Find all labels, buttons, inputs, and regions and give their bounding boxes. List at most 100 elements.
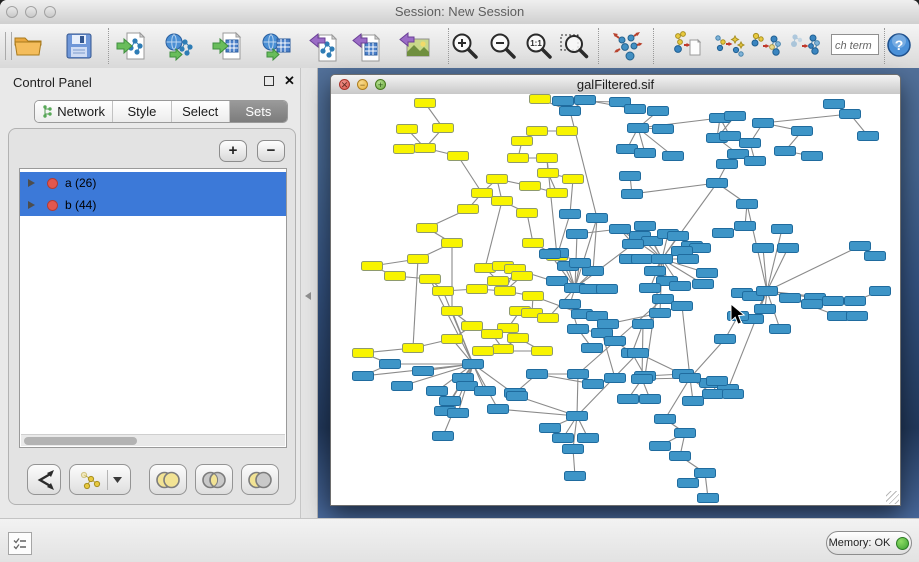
graph-node[interactable] xyxy=(413,367,434,376)
graph-node[interactable] xyxy=(757,287,778,296)
graph-node[interactable] xyxy=(583,380,604,389)
graph-node[interactable] xyxy=(723,390,744,399)
new-network-from-selection-file-icon[interactable] xyxy=(671,30,703,62)
graph-node[interactable] xyxy=(433,432,454,441)
graph-node[interactable] xyxy=(403,344,424,353)
graph-node[interactable] xyxy=(610,225,631,234)
graph-node[interactable] xyxy=(640,395,661,404)
graph-node[interactable] xyxy=(397,125,418,134)
graph-node[interactable] xyxy=(740,139,761,148)
graph-node[interactable] xyxy=(755,305,776,314)
graph-node[interactable] xyxy=(560,300,581,309)
graph-node[interactable] xyxy=(567,412,588,421)
split-set-button[interactable] xyxy=(27,464,61,495)
graph-node[interactable] xyxy=(582,344,603,353)
graph-edge[interactable] xyxy=(638,118,720,128)
graph-node[interactable] xyxy=(698,494,719,503)
collapse-panel-icon[interactable] xyxy=(305,292,311,300)
graph-node[interactable] xyxy=(720,132,741,141)
graph-node[interactable] xyxy=(605,374,626,383)
graph-node[interactable] xyxy=(492,197,513,206)
graph-node[interactable] xyxy=(865,252,886,261)
graph-node[interactable] xyxy=(672,302,693,311)
graph-node[interactable] xyxy=(870,287,891,296)
expand-icon[interactable] xyxy=(28,201,35,209)
graph-node[interactable] xyxy=(678,255,699,264)
graph-node[interactable] xyxy=(858,132,879,141)
graph-node[interactable] xyxy=(563,445,584,454)
graph-node[interactable] xyxy=(753,119,774,128)
open-session-icon[interactable] xyxy=(12,30,44,62)
save-session-icon[interactable] xyxy=(63,30,95,62)
task-history-button[interactable] xyxy=(8,532,32,555)
graph-node[interactable] xyxy=(678,479,699,488)
graph-edge[interactable] xyxy=(682,306,690,378)
import-network-file-icon[interactable] xyxy=(116,30,148,62)
search-input[interactable] xyxy=(831,34,879,55)
graph-node[interactable] xyxy=(392,382,413,391)
graph-node[interactable] xyxy=(668,232,689,241)
new-network-selected-nodes-edges-icon[interactable] xyxy=(713,30,745,62)
network-canvas[interactable] xyxy=(331,94,900,505)
graph-node[interactable] xyxy=(565,472,586,481)
graph-node[interactable] xyxy=(645,267,666,276)
graph-node[interactable] xyxy=(527,370,548,379)
graph-edge[interactable] xyxy=(767,229,782,291)
graph-node[interactable] xyxy=(427,387,448,396)
export-network-icon[interactable] xyxy=(308,30,340,62)
graph-node[interactable] xyxy=(540,250,561,259)
graph-node[interactable] xyxy=(512,137,533,146)
set-list-item-b[interactable]: b (44) xyxy=(20,194,286,216)
graph-node[interactable] xyxy=(653,295,674,304)
graph-node[interactable] xyxy=(538,314,559,323)
graph-node[interactable] xyxy=(632,255,653,264)
graph-node[interactable] xyxy=(737,200,758,209)
tab-sets[interactable]: Sets xyxy=(230,101,287,122)
graph-node[interactable] xyxy=(650,309,671,318)
graph-node[interactable] xyxy=(670,452,691,461)
graph-node[interactable] xyxy=(850,242,871,251)
intersect-sets-button[interactable] xyxy=(195,464,233,495)
graph-node[interactable] xyxy=(683,397,704,406)
tab-network[interactable]: Network xyxy=(35,101,113,122)
sets-list[interactable]: a (26) b (44) xyxy=(19,168,287,448)
toolbar-drag-handle[interactable] xyxy=(5,32,12,60)
graph-node[interactable] xyxy=(605,337,626,346)
graph-edge[interactable] xyxy=(485,201,502,268)
graph-node[interactable] xyxy=(408,255,429,264)
graph-node[interactable] xyxy=(670,282,691,291)
graph-node[interactable] xyxy=(824,100,845,109)
graph-edge[interactable] xyxy=(570,179,573,214)
graph-node[interactable] xyxy=(715,335,736,344)
zoom-fit-selected-icon[interactable] xyxy=(558,30,590,62)
graph-node[interactable] xyxy=(467,285,488,294)
export-table-icon[interactable] xyxy=(351,30,383,62)
graph-node[interactable] xyxy=(675,429,696,438)
zoom-out-icon[interactable] xyxy=(487,30,519,62)
graph-node[interactable] xyxy=(840,110,861,119)
graph-node[interactable] xyxy=(537,154,558,163)
title-bar[interactable]: Session: New Session xyxy=(0,0,919,25)
graph-node[interactable] xyxy=(628,349,649,358)
graph-node[interactable] xyxy=(623,240,644,249)
graph-node[interactable] xyxy=(495,287,516,296)
graph-node[interactable] xyxy=(625,105,646,114)
graph-node[interactable] xyxy=(735,222,756,231)
graph-node[interactable] xyxy=(553,434,574,443)
graph-node[interactable] xyxy=(380,360,401,369)
graph-node[interactable] xyxy=(845,297,866,306)
graph-node[interactable] xyxy=(442,335,463,344)
graph-node[interactable] xyxy=(560,210,581,219)
graph-node[interactable] xyxy=(802,300,823,309)
graph-node[interactable] xyxy=(703,390,724,399)
graph-node[interactable] xyxy=(517,209,538,218)
expand-icon[interactable] xyxy=(28,179,35,187)
graph-node[interactable] xyxy=(653,125,674,134)
tab-select[interactable]: Select xyxy=(172,101,230,122)
graph-node[interactable] xyxy=(648,107,669,116)
graph-edge[interactable] xyxy=(577,374,578,416)
window-resize-grip[interactable] xyxy=(886,491,899,504)
graph-node[interactable] xyxy=(512,272,533,281)
graph-node[interactable] xyxy=(523,239,544,248)
create-set-button[interactable] xyxy=(69,464,131,495)
